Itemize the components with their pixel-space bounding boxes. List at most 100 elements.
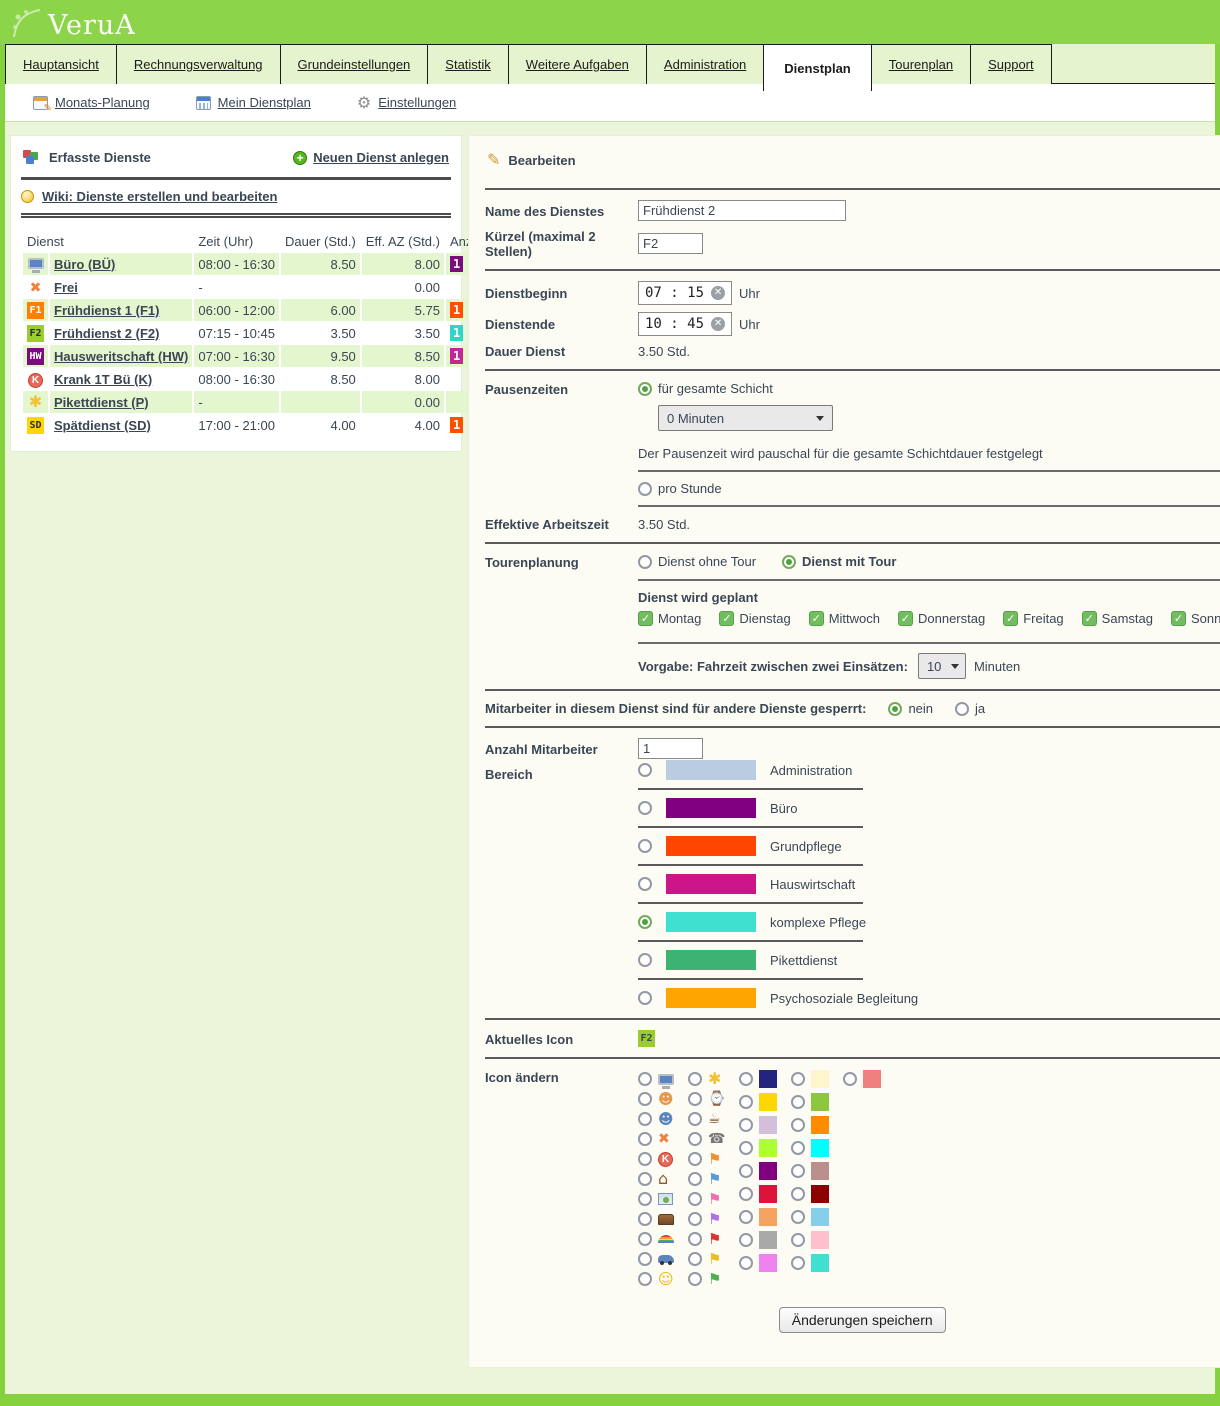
radio-icon-choice[interactable] (688, 1192, 702, 1206)
radio-ohne-tour[interactable] (638, 555, 652, 569)
weekday-dienstag[interactable]: ✓Dienstag (719, 611, 790, 626)
bereich-option-komplexe-pflege[interactable]: komplexe Pflege (638, 912, 1220, 932)
weekday-mittwoch[interactable]: ✓Mittwoch (809, 611, 880, 626)
icon-choice-asterisk[interactable]: ✱ (688, 1069, 725, 1089)
radio-icon-choice[interactable] (638, 1092, 652, 1106)
weekday-sonntag[interactable]: ✓Sonntag (1171, 611, 1220, 626)
subnav-item-mein-dienstplan[interactable]: Mein Dienstplan (196, 95, 311, 110)
kuerzel-input[interactable] (638, 233, 703, 254)
radio-gesperrt-nein[interactable] (888, 702, 902, 716)
service-link[interactable]: Frühdienst 1 (F1) (54, 303, 159, 318)
radio-color-choice[interactable] (739, 1095, 753, 1109)
color-choice-f4a460[interactable] (739, 1207, 777, 1226)
radio-icon-choice[interactable] (688, 1172, 702, 1186)
icon-choice-flag-pink[interactable]: ⚑ (688, 1189, 725, 1209)
pausen-minuten-select[interactable]: 0 Minuten (658, 405, 833, 431)
radio-icon-choice[interactable] (638, 1172, 652, 1186)
radio-color-choice[interactable] (739, 1210, 753, 1224)
radio-color-choice[interactable] (739, 1233, 753, 1247)
bereich-option-administration[interactable]: Administration (638, 760, 1220, 780)
color-choice-fff6ce[interactable] (791, 1069, 829, 1088)
icon-choice-flag-blue[interactable]: ⚑ (688, 1169, 725, 1189)
gesperrt-option-nein[interactable]: nein (888, 701, 933, 716)
icon-choice-computer[interactable] (638, 1069, 674, 1089)
radio-color-choice[interactable] (739, 1187, 753, 1201)
color-choice-a9a9a9[interactable] (739, 1230, 777, 1249)
radio-bereich[interactable] (638, 991, 652, 1005)
weekday-freitag[interactable]: ✓Freitag (1003, 611, 1063, 626)
radio-color-choice[interactable] (843, 1072, 857, 1086)
tab-statistik[interactable]: Statistik (427, 44, 509, 84)
tab-rechnungsverwaltung[interactable]: Rechnungsverwaltung (116, 44, 281, 84)
dienstende-value[interactable]: 10 : 45 (645, 316, 704, 332)
color-choice-ff8c00[interactable] (791, 1115, 829, 1134)
radio-icon-choice[interactable] (688, 1132, 702, 1146)
radio-bereich[interactable] (638, 877, 652, 891)
fahrzeit-select[interactable]: 10 (918, 653, 966, 679)
icon-choice-x-mark[interactable]: ✖ (638, 1129, 674, 1149)
color-choice-ffd700[interactable] (739, 1092, 777, 1111)
icon-choice-flag-orange[interactable]: ⚑ (688, 1149, 725, 1169)
icon-choice-picture[interactable] (638, 1189, 674, 1209)
save-button[interactable]: Änderungen speichern (779, 1307, 946, 1333)
radio-color-choice[interactable] (791, 1164, 805, 1178)
icon-choice-flag-green[interactable]: ⚑ (688, 1269, 725, 1289)
icon-choice-car[interactable] (638, 1249, 674, 1269)
radio-icon-choice[interactable] (688, 1152, 702, 1166)
pausen-option-stunde[interactable]: pro Stunde (638, 481, 722, 496)
radio-icon-choice[interactable] (638, 1152, 652, 1166)
tab-grundeinstellungen[interactable]: Grundeinstellungen (280, 44, 429, 84)
icon-choice-coffee-cup[interactable]: ☕ (688, 1109, 725, 1129)
checkbox-sonntag[interactable]: ✓ (1171, 611, 1186, 626)
bereich-option-psychosoziale-begleitung[interactable]: Psychosoziale Begleitung (638, 988, 1220, 1008)
clear-time-icon[interactable]: ✕ (711, 317, 725, 331)
checkbox-mittwoch[interactable]: ✓ (809, 611, 824, 626)
subnav-item-monats-planung[interactable]: Monats-Planung (33, 95, 150, 110)
checkbox-samstag[interactable]: ✓ (1082, 611, 1097, 626)
color-choice-40e0d0[interactable] (791, 1253, 829, 1272)
wiki-link-text[interactable]: Wiki: Dienste erstellen und bearbeiten (42, 189, 277, 204)
color-choice-8dc63f[interactable] (791, 1092, 829, 1111)
service-link[interactable]: Frei (54, 280, 78, 295)
subnav-item-einstellungen[interactable]: ⚙Einstellungen (357, 95, 456, 111)
checkbox-donnerstag[interactable]: ✓ (898, 611, 913, 626)
color-choice-f08080[interactable] (843, 1069, 881, 1088)
radio-icon-choice[interactable] (638, 1192, 652, 1206)
tab-weitere-aufgaben[interactable]: Weitere Aufgaben (508, 44, 647, 84)
radio-color-choice[interactable] (739, 1256, 753, 1270)
icon-choice-person-orange-clock[interactable]: ☻ (638, 1089, 674, 1109)
tab-support[interactable]: Support (970, 44, 1052, 84)
radio-icon-choice[interactable] (688, 1212, 702, 1226)
tab-hauptansicht[interactable]: Hauptansicht (5, 44, 117, 84)
tab-administration[interactable]: Administration (646, 44, 764, 84)
radio-color-choice[interactable] (791, 1256, 805, 1270)
bereich-option-büro[interactable]: Büro (638, 798, 1220, 818)
radio-bereich[interactable] (638, 763, 652, 777)
icon-choice-mobile-phone[interactable]: ☎ (688, 1129, 725, 1149)
color-choice-ffc0cb[interactable] (791, 1230, 829, 1249)
radio-icon-choice[interactable] (688, 1092, 702, 1106)
radio-icon-choice[interactable] (688, 1252, 702, 1266)
tab-dienstplan[interactable]: Dienstplan (763, 44, 871, 91)
checkbox-montag[interactable]: ✓ (638, 611, 653, 626)
radio-color-choice[interactable] (739, 1118, 753, 1132)
gesperrt-option-ja[interactable]: ja (955, 701, 985, 716)
color-choice-adff2f[interactable] (739, 1138, 777, 1157)
color-choice-8b0000[interactable] (791, 1184, 829, 1203)
radio-color-choice[interactable] (791, 1095, 805, 1109)
radio-stunde[interactable] (638, 482, 652, 496)
bereich-option-hauswirtschaft[interactable]: Hauswirtschaft (638, 874, 1220, 894)
color-choice-dc143c[interactable] (739, 1184, 777, 1203)
radio-icon-choice[interactable] (638, 1072, 652, 1086)
color-choice-00ffff[interactable] (791, 1138, 829, 1157)
radio-color-choice[interactable] (739, 1164, 753, 1178)
icon-choice-person-blue-clock[interactable]: ☻ (638, 1109, 674, 1129)
color-choice-d3bedc[interactable] (739, 1115, 777, 1134)
radio-mit-tour[interactable] (782, 555, 796, 569)
icon-choice-chest[interactable] (638, 1209, 674, 1229)
pausen-option-schicht[interactable]: für gesamte Schicht (638, 381, 1220, 396)
radio-color-choice[interactable] (791, 1141, 805, 1155)
color-choice-232380[interactable] (739, 1069, 777, 1088)
radio-icon-choice[interactable] (638, 1132, 652, 1146)
radio-color-choice[interactable] (791, 1187, 805, 1201)
